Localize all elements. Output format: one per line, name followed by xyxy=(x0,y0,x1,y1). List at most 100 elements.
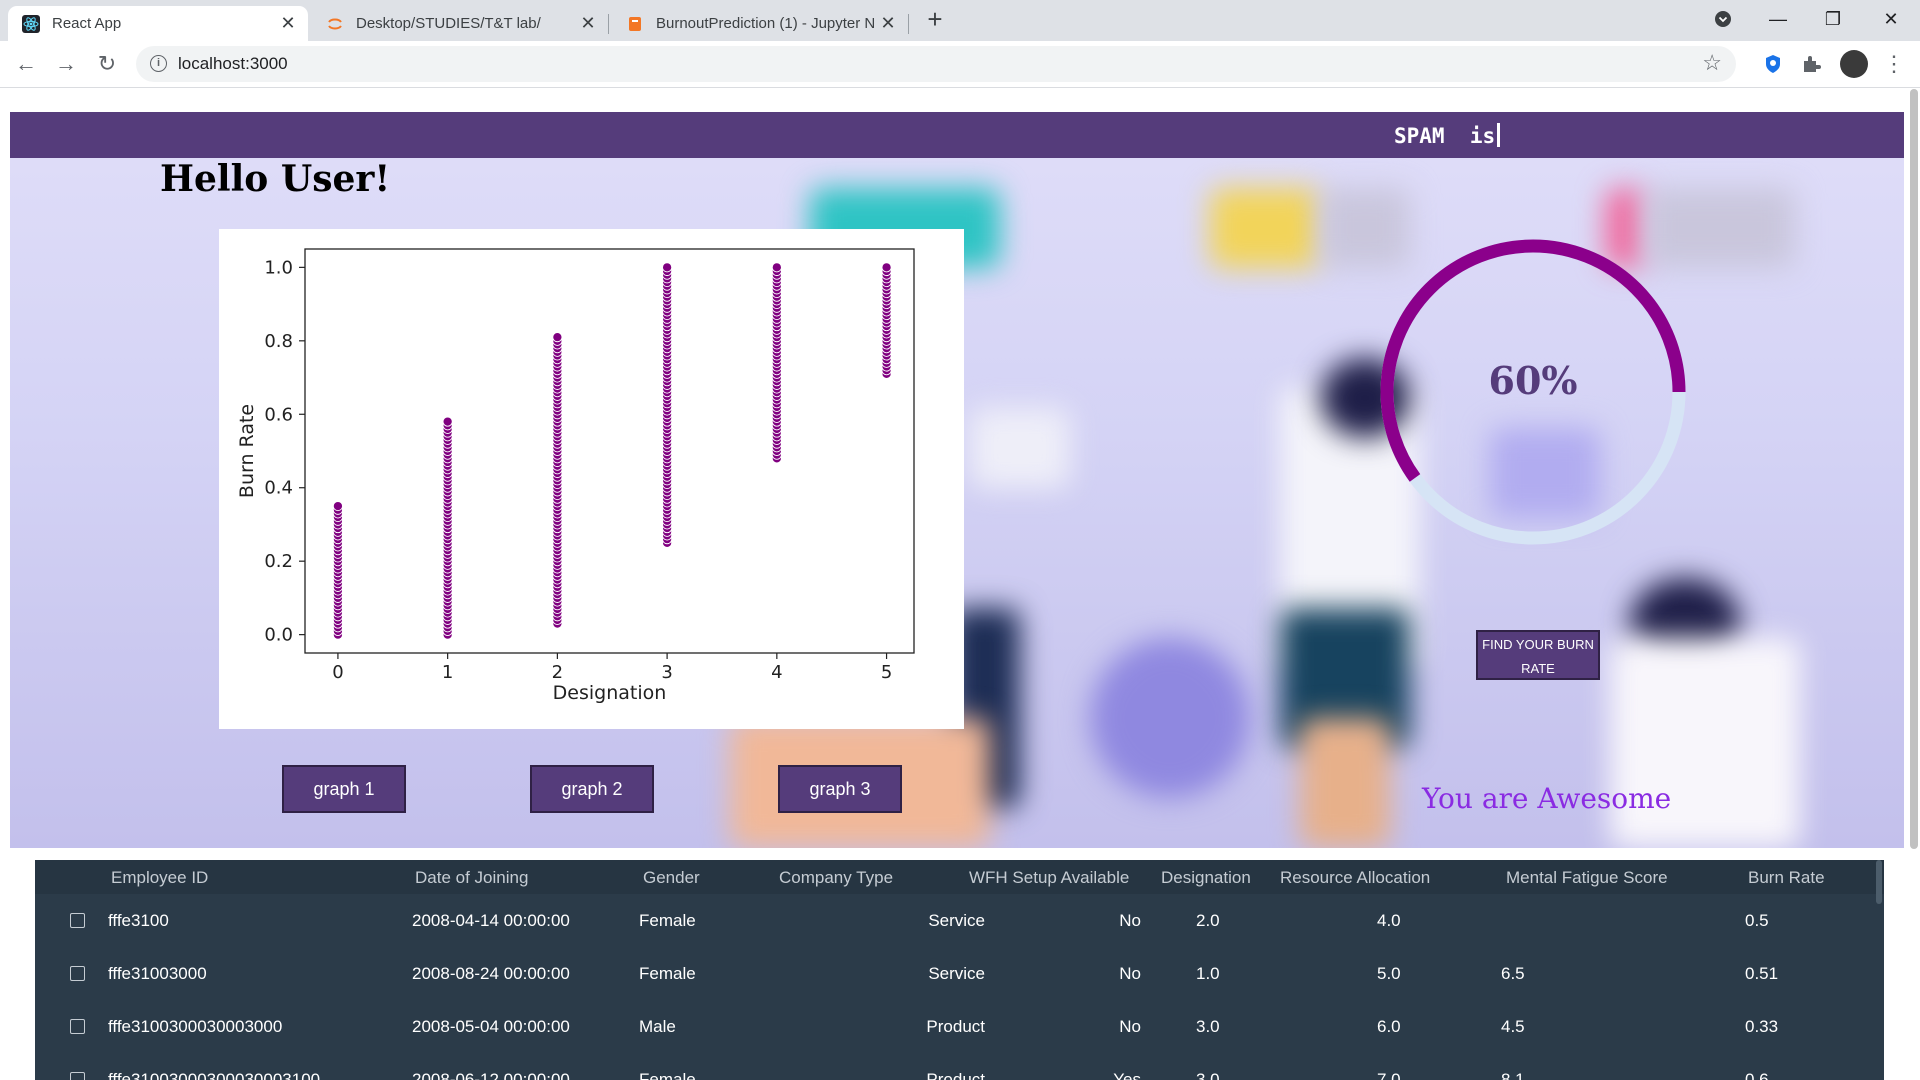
table-cell: Yes xyxy=(1113,1070,1141,1080)
table-row[interactable]: fffe31003000300030003100 2008-06-12 00:00… xyxy=(35,1053,1884,1080)
column-header-employee-id[interactable]: Employee ID xyxy=(111,868,208,888)
table-cell: No xyxy=(1119,964,1141,983)
column-header-mental-fatigue[interactable]: Mental Fatigue Score xyxy=(1506,868,1668,888)
tab-jupyter-files[interactable]: Desktop/STUDIES/T&T lab/ ✕ xyxy=(312,6,608,41)
table-cell: Male xyxy=(639,1017,676,1036)
new-tab-icon[interactable]: + xyxy=(922,6,948,32)
table-cell: 6.5 xyxy=(1501,964,1525,983)
column-header-resource-allocation[interactable]: Resource Allocation xyxy=(1280,868,1430,888)
scatter-point xyxy=(771,262,782,273)
burn-rate-chart: 0 1 2 3 4 5 0.0 0.2 0.4 0.6 0.8 1.0 Designation Burn … xyxy=(219,229,964,729)
top-banner: SPAM is xyxy=(10,112,1904,158)
row-checkbox[interactable] xyxy=(70,1019,85,1034)
column-header-designation[interactable]: Designation xyxy=(1161,868,1251,888)
tab-search-icon[interactable] xyxy=(1710,6,1736,32)
column-header-gender[interactable]: Gender xyxy=(643,868,700,888)
row-checkbox[interactable] xyxy=(70,1072,85,1080)
reload-icon[interactable]: ↻ xyxy=(93,50,121,78)
table-cell: 2008-06-12 00:00:00 xyxy=(412,1070,570,1080)
row-checkbox[interactable] xyxy=(70,913,85,928)
table-cell: 6.0 xyxy=(1377,1017,1401,1036)
table-cell: 3.0 xyxy=(1196,1070,1220,1080)
table-cell: 2008-08-24 00:00:00 xyxy=(412,964,570,983)
forward-icon[interactable]: → xyxy=(52,50,80,78)
url-text[interactable]: localhost:3000 xyxy=(178,54,288,74)
y-tick-label: 1.0 xyxy=(264,257,293,278)
scatter-point xyxy=(442,416,453,427)
x-tick-label: 1 xyxy=(442,662,453,683)
progress-percentage: 60% xyxy=(1488,358,1578,403)
back-icon[interactable]: ← xyxy=(12,50,40,78)
restore-icon[interactable]: ❐ xyxy=(1820,6,1846,32)
graph-1-button[interactable]: graph 1 xyxy=(282,765,406,813)
react-icon xyxy=(22,14,40,33)
close-tab-icon[interactable]: ✕ xyxy=(878,13,898,33)
graph-3-button[interactable]: graph 3 xyxy=(778,765,902,813)
site-info-icon[interactable]: i xyxy=(150,55,167,72)
table-cell: Product xyxy=(926,1017,985,1036)
table-cell: 1.0 xyxy=(1196,964,1220,983)
scatter-point xyxy=(332,501,343,512)
browser-menu-icon[interactable]: ⋮ xyxy=(1880,50,1908,78)
y-tick-label: 0.0 xyxy=(264,625,293,646)
jupyter-icon xyxy=(326,15,344,33)
browser-toolbar: ← → ↻ i localhost:3000 ☆ ⋮ xyxy=(0,41,1920,88)
tab-title: Desktop/STUDIES/T&T lab/ xyxy=(356,15,541,32)
typewriter-text: SPAM is xyxy=(1394,123,1501,148)
table-cell: Female xyxy=(639,1070,696,1080)
close-tab-icon[interactable]: ✕ xyxy=(578,13,598,33)
table-row[interactable]: fffe3100 2008-04-14 00:00:00 Female Service… xyxy=(35,894,1884,947)
table-cell: 2008-05-04 00:00:00 xyxy=(412,1017,570,1036)
table-cell: Female xyxy=(639,911,696,930)
page-scrollbar[interactable] xyxy=(1910,89,1918,1069)
table-row[interactable]: fffe3100300030003000 2008-05-04 00:00:00 M… xyxy=(35,1000,1884,1053)
table-cell: No xyxy=(1119,1017,1141,1036)
table-cell: 0.6 xyxy=(1745,1070,1769,1080)
bookmark-star-icon[interactable]: ☆ xyxy=(1702,50,1722,76)
column-header-wfh-setup[interactable]: WFH Setup Available xyxy=(969,868,1129,888)
x-tick-label: 2 xyxy=(552,662,563,683)
y-axis-label: Burn Rate xyxy=(236,404,258,498)
table-cell: 2.0 xyxy=(1196,911,1220,930)
extensions-puzzle-icon[interactable] xyxy=(1800,53,1824,77)
window-close-icon[interactable]: ✕ xyxy=(1878,6,1904,32)
tab-separator xyxy=(608,14,609,34)
y-tick-label: 0.8 xyxy=(264,331,293,352)
scatter-point xyxy=(662,262,673,273)
address-bar[interactable]: i localhost:3000 ☆ xyxy=(136,46,1736,82)
profile-avatar[interactable] xyxy=(1840,50,1868,78)
browser-tabstrip: React App ✕ Desktop/STUDIES/T&T lab/ ✕ B… xyxy=(0,0,1920,41)
text-caret xyxy=(1497,123,1501,147)
table-cell: fffe31003000 xyxy=(108,964,207,983)
table-cell: 7.0 xyxy=(1377,1070,1401,1080)
table-cell: 4.5 xyxy=(1501,1017,1525,1036)
table-cell: 0.5 xyxy=(1745,911,1769,930)
table-cell: 0.51 xyxy=(1745,964,1779,983)
table-cell: Service xyxy=(928,964,985,983)
column-header-burn-rate[interactable]: Burn Rate xyxy=(1748,868,1825,888)
tab-jupyter-notebook[interactable]: BurnoutPrediction (1) - Jupyter N ✕ xyxy=(612,6,908,41)
x-tick-label: 3 xyxy=(661,662,672,683)
column-header-company-type[interactable]: Company Type xyxy=(779,868,893,888)
page-scrollbar-thumb[interactable] xyxy=(1910,89,1918,849)
find-burn-rate-button[interactable]: FIND YOUR BURN RATE xyxy=(1476,630,1600,680)
table-cell: 3.0 xyxy=(1196,1017,1220,1036)
table-cell: 4.0 xyxy=(1377,911,1401,930)
tab-separator xyxy=(908,14,909,34)
close-tab-icon[interactable]: ✕ xyxy=(278,13,298,33)
grid-header: Employee ID Date of Joining Gender Compa… xyxy=(35,860,1884,894)
row-checkbox[interactable] xyxy=(70,966,85,981)
minimize-icon[interactable]: — xyxy=(1765,6,1791,32)
graph-2-button[interactable]: graph 2 xyxy=(530,765,654,813)
y-tick-label: 0.4 xyxy=(264,478,293,499)
y-tick-label: 0.2 xyxy=(264,551,293,572)
table-cell: Service xyxy=(928,911,985,930)
table-row[interactable]: fffe31003000 2008-08-24 00:00:00 Female Ser… xyxy=(35,947,1884,1000)
table-cell: No xyxy=(1119,911,1141,930)
column-header-date-of-joining[interactable]: Date of Joining xyxy=(415,868,528,888)
page: SPAM is Hello User! 0 1 2 3 4 5 0.0 0.2 0.4 0.6 0.… xyxy=(0,89,1920,1080)
grid-scrollbar[interactable] xyxy=(1876,860,1882,904)
hero-section: Hello User! 0 1 2 3 4 5 0.0 0.2 0.4 0.6 0.8 1.0 Desi… xyxy=(10,158,1904,848)
tab-react-app[interactable]: React App ✕ xyxy=(8,6,308,41)
shield-extension-icon[interactable] xyxy=(1762,53,1786,77)
